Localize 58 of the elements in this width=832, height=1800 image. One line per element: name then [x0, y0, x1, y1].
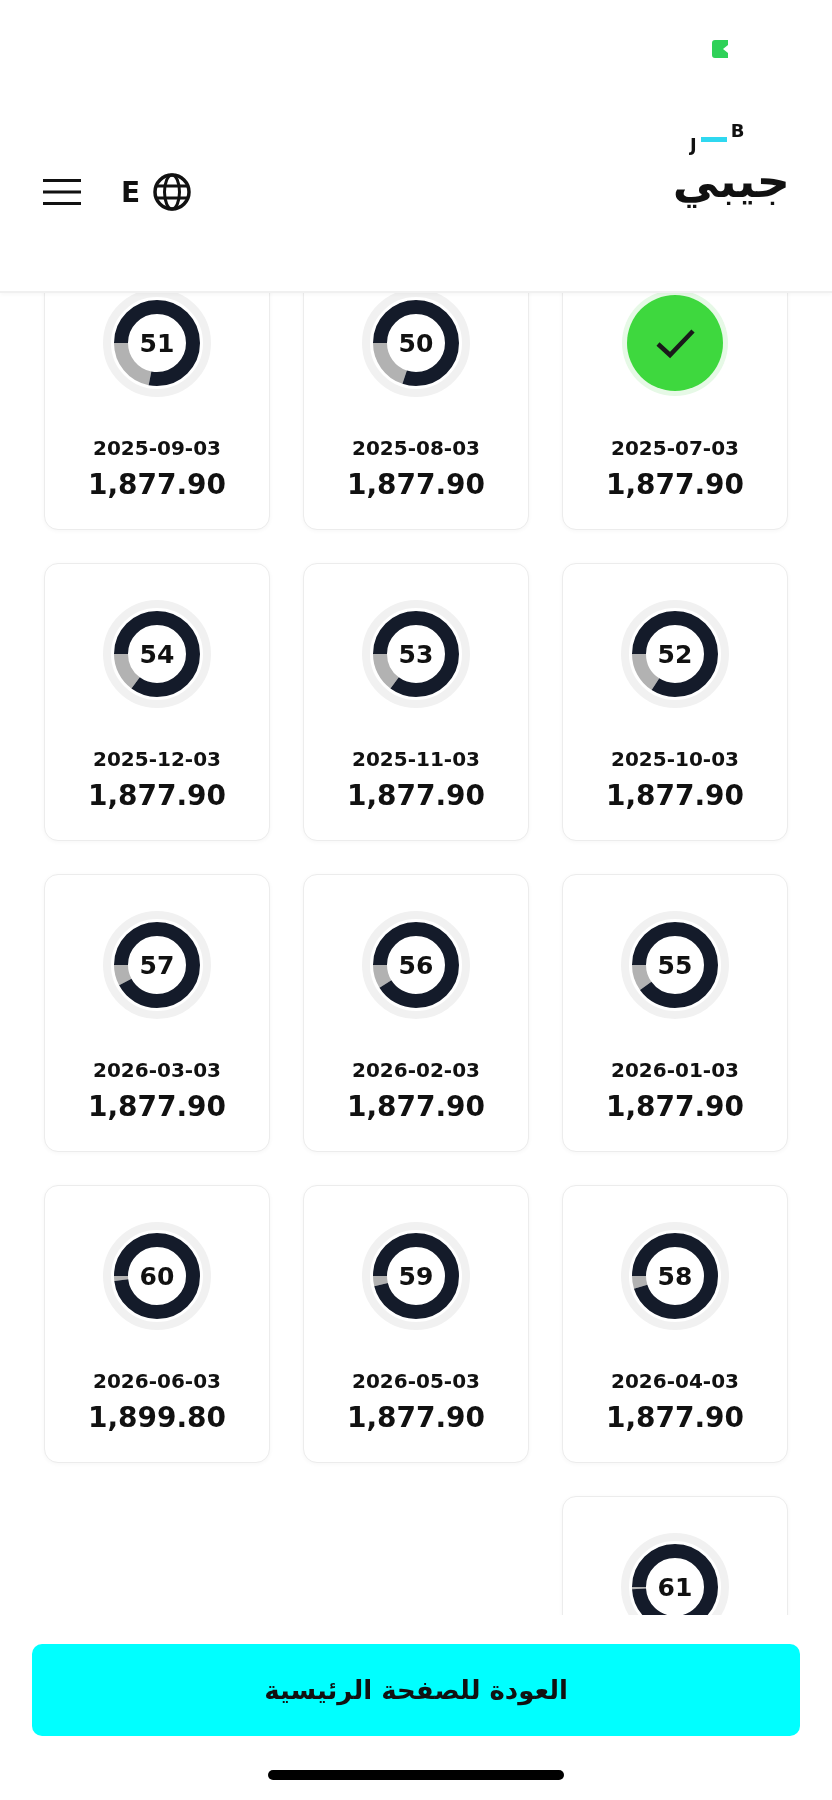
due-date: 2026-01-03 — [611, 1058, 739, 1082]
installment-number: 56 — [398, 950, 434, 980]
amount: 1,877.90 — [346, 1401, 486, 1434]
amount: 1,877.90 — [605, 1401, 745, 1434]
due-date: 2025-10-03 — [611, 747, 739, 771]
installment-number: 51 — [139, 328, 175, 358]
logo-wordmark: جيبي — [672, 154, 790, 208]
payment-card[interactable]: 59 2026-05-03 1,877.90 — [303, 1185, 529, 1463]
status-icon — [712, 40, 728, 58]
payment-card[interactable]: 53 2025-11-03 1,877.90 — [303, 563, 529, 841]
amount: 1,877.90 — [605, 779, 745, 812]
installment-number: 61 — [657, 1572, 693, 1602]
amount: 1,877.90 — [605, 1090, 745, 1123]
due-date: 2025-08-03 — [352, 436, 480, 460]
due-date: 2025-09-03 — [93, 436, 221, 460]
installment-number: 55 — [657, 950, 693, 980]
due-date: 2026-06-03 — [93, 1369, 221, 1393]
globe-icon — [152, 172, 193, 212]
installment-number: 60 — [139, 1261, 175, 1291]
due-date: 2026-02-03 — [352, 1058, 480, 1082]
back-home-button[interactable]: العودة للصفحة الرئيسية — [32, 1644, 800, 1736]
due-date: 2025-12-03 — [93, 747, 221, 771]
due-date: 2026-04-03 — [611, 1369, 739, 1393]
payment-card[interactable]: 56 2026-02-03 1,877.90 — [303, 874, 529, 1152]
menu-icon[interactable] — [43, 178, 81, 206]
amount: 1,877.90 — [87, 468, 227, 501]
due-date: 2026-03-03 — [93, 1058, 221, 1082]
amount: 1,877.90 — [605, 468, 745, 501]
payment-card[interactable]: 55 2026-01-03 1,877.90 — [562, 874, 788, 1152]
logo-letter: B — [730, 122, 745, 140]
installment-number: 59 — [398, 1261, 434, 1291]
amount: 1,877.90 — [346, 779, 486, 812]
installment-number: 54 — [139, 639, 175, 669]
installment-number: 50 — [398, 328, 434, 358]
language-button[interactable]: E — [121, 172, 193, 212]
payment-card[interactable]: 2025-07-03 1,877.90 — [562, 293, 788, 530]
amount: 1,877.90 — [346, 1090, 486, 1123]
payment-card[interactable]: 61 — [562, 1496, 788, 1615]
installment-number: 58 — [657, 1261, 693, 1291]
amount: 1,877.90 — [87, 1090, 227, 1123]
due-date: 2025-11-03 — [352, 747, 480, 771]
logo-letter: J — [690, 136, 697, 154]
payment-card[interactable]: 60 2026-06-03 1,899.80 — [44, 1185, 270, 1463]
payment-card[interactable]: 51 2025-09-03 1,877.90 — [44, 293, 270, 530]
amount: 1,899.80 — [87, 1401, 227, 1434]
amount: 1,877.90 — [87, 779, 227, 812]
logo-dash — [700, 137, 727, 142]
amount: 1,877.90 — [346, 468, 486, 501]
payment-card[interactable]: 52 2025-10-03 1,877.90 — [562, 563, 788, 841]
due-date: 2025-07-03 — [611, 436, 739, 460]
due-date: 2026-05-03 — [352, 1369, 480, 1393]
payment-card[interactable]: 54 2025-12-03 1,877.90 — [44, 563, 270, 841]
payment-card[interactable]: 57 2026-03-03 1,877.90 — [44, 874, 270, 1152]
installment-number: 53 — [398, 639, 434, 669]
payment-card[interactable]: 50 2025-08-03 1,877.90 — [303, 293, 529, 530]
payment-card[interactable]: 58 2026-04-03 1,877.90 — [562, 1185, 788, 1463]
installment-number: 57 — [139, 950, 175, 980]
installment-number: 52 — [657, 639, 693, 669]
